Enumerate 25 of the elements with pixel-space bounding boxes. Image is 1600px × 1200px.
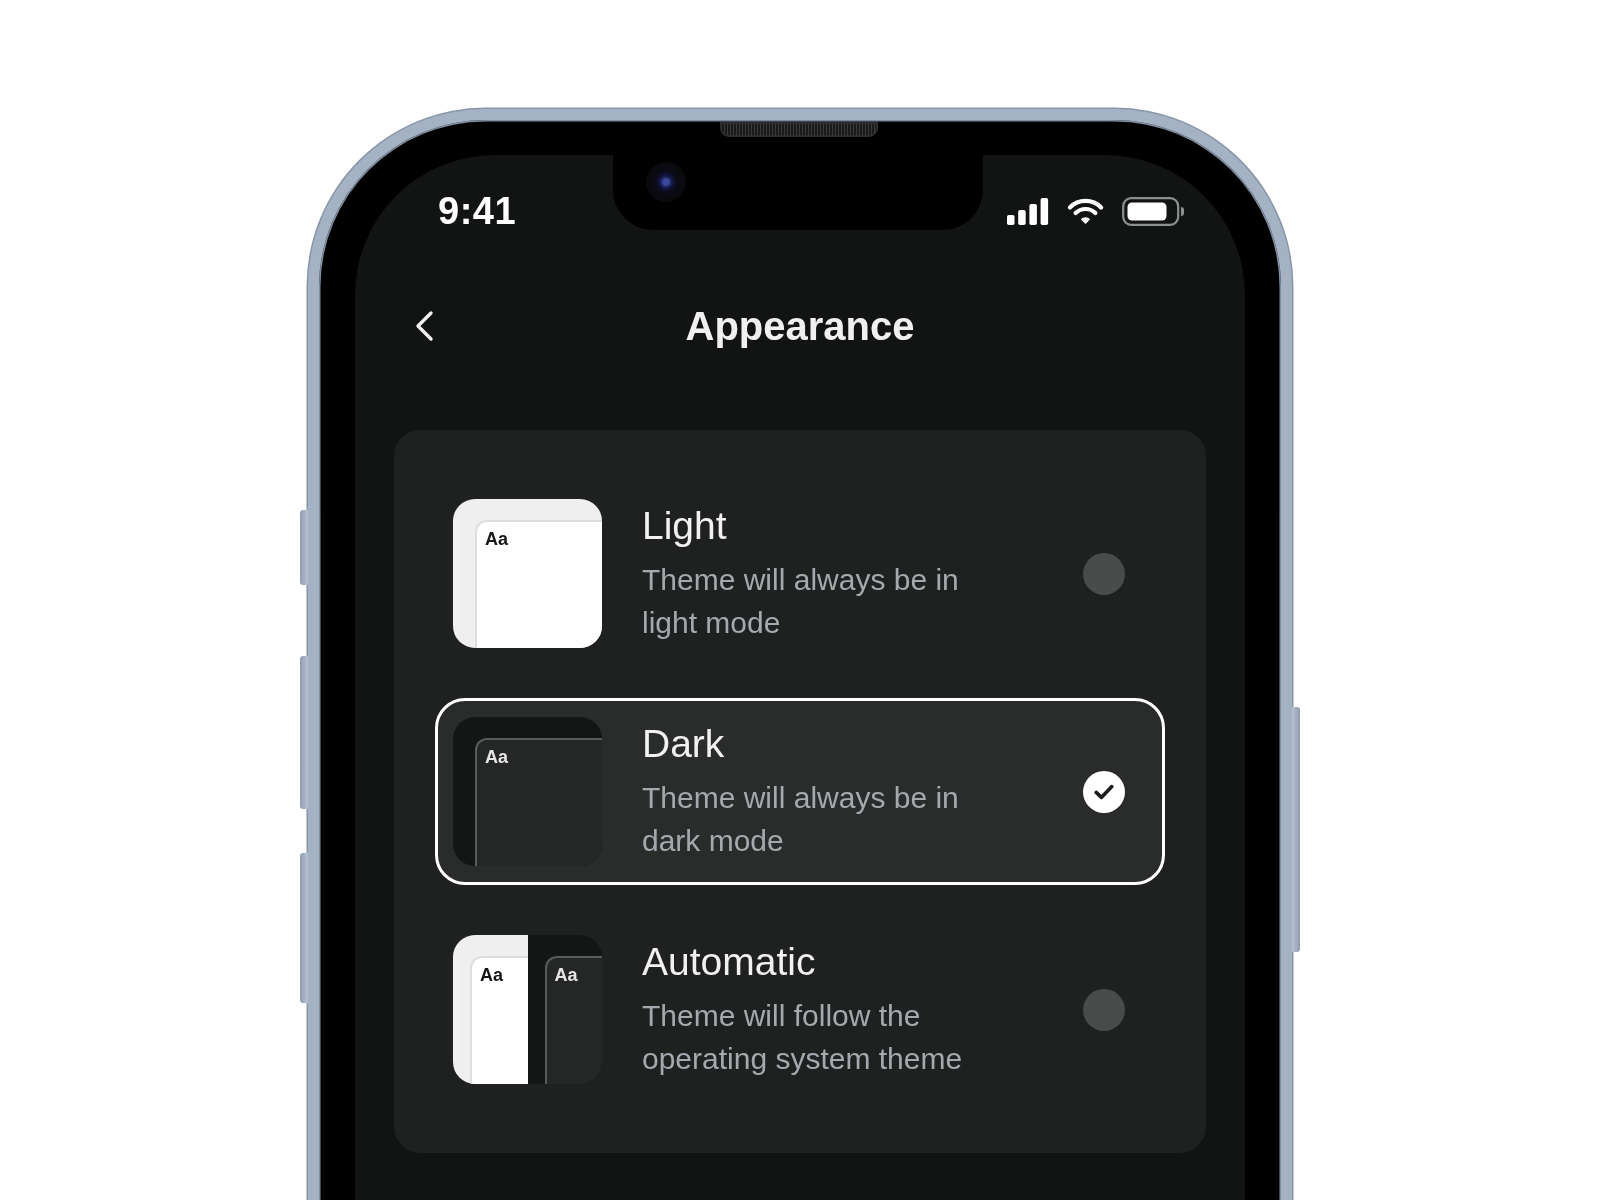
theme-option[interactable]: Aa Dark Theme will always be in dark mode: [435, 698, 1165, 885]
preview-sample-text: Aa: [554, 965, 578, 985]
page-title: Appearance: [685, 303, 915, 349]
wifi-icon: [1066, 197, 1105, 225]
radio-button[interactable]: [1083, 988, 1125, 1031]
front-camera-icon: [646, 162, 686, 202]
status-time: 9:41: [438, 189, 517, 233]
option-title: Automatic: [642, 939, 816, 985]
preview-sample-text: Aa: [485, 747, 508, 767]
theme-option[interactable]: Aa Aa Automatic Theme will follow the operating system theme: [435, 916, 1165, 1103]
battery-icon: [1122, 196, 1184, 226]
radio-button[interactable]: [1083, 552, 1125, 595]
signal-icon: [1007, 197, 1049, 225]
checkmark-icon: [1094, 783, 1114, 800]
option-description: Theme will always be in dark mode: [642, 780, 960, 859]
preview-sample-text: Aa: [480, 965, 503, 985]
preview-sample-text: Aa: [485, 529, 508, 549]
radio-button[interactable]: [1083, 770, 1125, 813]
option-title: Dark: [642, 721, 725, 767]
chevron-left-icon: [414, 310, 434, 342]
theme-option[interactable]: Aa Light Theme will always be in light mode: [435, 480, 1165, 667]
speaker-grille-icon: [720, 122, 878, 137]
option-title: Light: [642, 503, 727, 549]
option-description: Theme will follow the operating system theme: [642, 998, 964, 1077]
option-description: Theme will always be in light mode: [642, 562, 960, 641]
